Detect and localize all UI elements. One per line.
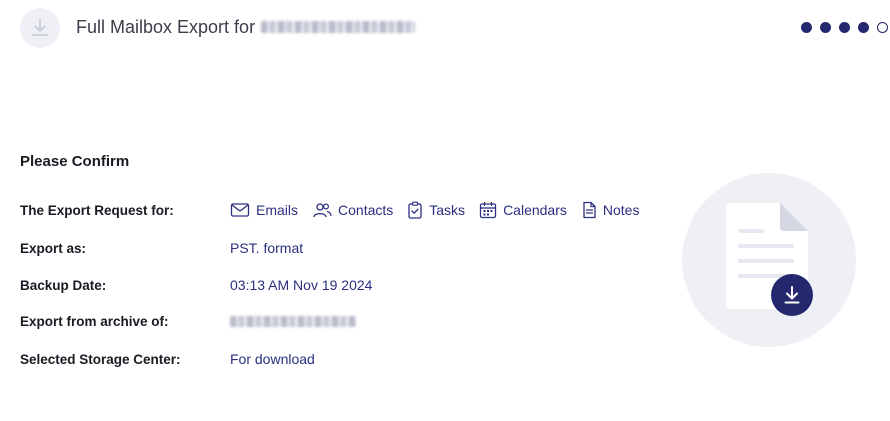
export-format-label: Export as: [20, 240, 87, 256]
export-types-list: Emails Contacts Tasks Calendars Notes [230, 201, 639, 219]
storage-center-row: Selected Storage Center: For download [20, 351, 315, 367]
step-dot-3 [839, 22, 850, 33]
mail-icon [230, 202, 250, 218]
type-calendars: Calendars [479, 201, 567, 219]
contacts-icon [312, 202, 332, 218]
export-request-row: The Export Request for: Emails Contacts [20, 201, 639, 219]
section-title: Please Confirm [20, 153, 130, 170]
redacted-mailbox-address [261, 20, 416, 33]
calendar-icon [479, 201, 497, 219]
step-dot-4 [858, 22, 869, 33]
type-notes: Notes [581, 201, 640, 219]
step-dot-2 [820, 22, 831, 33]
note-icon [581, 201, 597, 219]
archive-row: Export from archive of: [20, 314, 356, 329]
type-tasks: Tasks [407, 201, 465, 219]
type-emails-label: Emails [256, 202, 299, 218]
download-badge-icon [771, 274, 813, 316]
storage-center-value: For download [230, 351, 315, 367]
export-format-value: PST. format [230, 240, 304, 256]
clipboard-check-icon [407, 201, 423, 219]
type-calendars-label: Calendars [503, 202, 567, 218]
header-download-icon [20, 8, 60, 48]
type-contacts: Contacts [312, 202, 393, 218]
page-title-text: Full Mailbox Export for [76, 17, 256, 37]
backup-date-row: Backup Date: 03:13 AM Nov 19 2024 [20, 277, 372, 293]
type-tasks-label: Tasks [429, 202, 466, 218]
type-contacts-label: Contacts [338, 202, 394, 218]
export-format-row: Export as: PST. format [20, 240, 303, 256]
archive-label: Export from archive of: [20, 314, 169, 329]
type-notes-label: Notes [602, 202, 640, 218]
step-dot-5 [877, 22, 888, 33]
export-request-label: The Export Request for: [20, 202, 174, 218]
backup-date-value: 03:13 AM Nov 19 2024 [230, 277, 373, 293]
type-emails: Emails [230, 202, 298, 218]
step-indicator [801, 22, 888, 33]
redacted-archive-address [230, 316, 356, 327]
page-title: Full Mailbox Export for [76, 17, 416, 38]
storage-center-label: Selected Storage Center: [20, 351, 181, 367]
backup-date-label: Backup Date: [20, 277, 107, 293]
step-dot-1 [801, 22, 812, 33]
